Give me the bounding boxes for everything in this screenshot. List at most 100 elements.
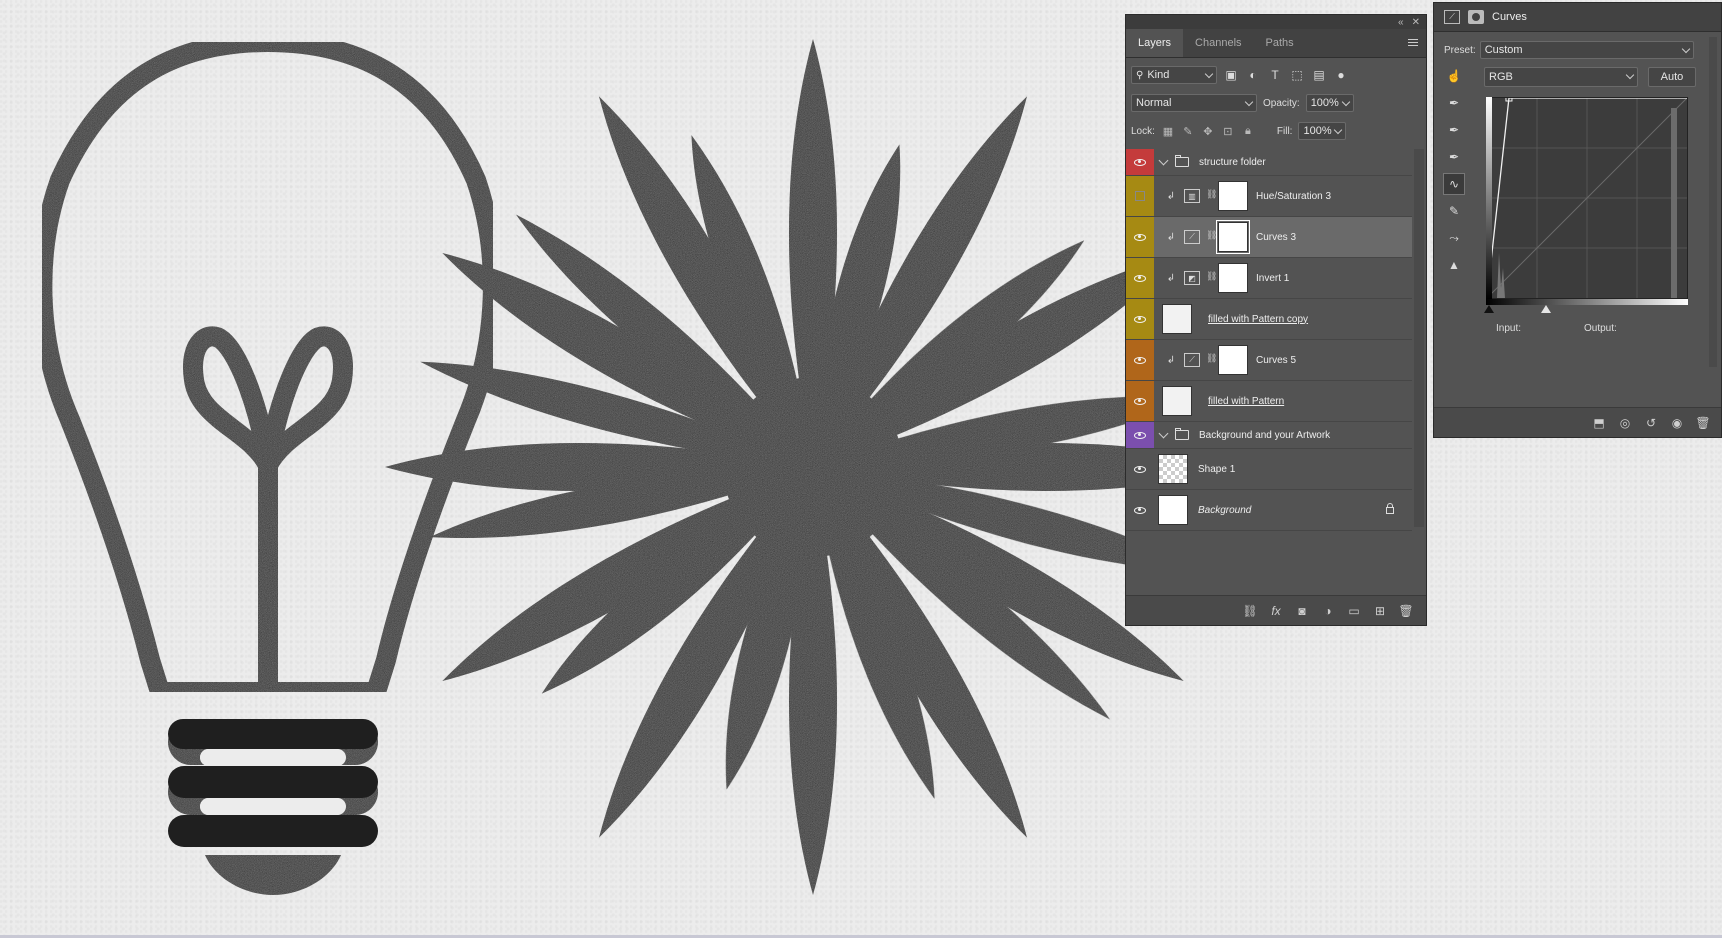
new-group-icon[interactable]: ▭ — [1346, 604, 1362, 618]
layers-scrollbar[interactable] — [1414, 149, 1424, 527]
auto-label: Auto — [1660, 71, 1684, 83]
clipping-arrow-icon: ↲ — [1166, 231, 1176, 243]
lock-position-icon[interactable]: ✥ — [1201, 124, 1215, 138]
eye-icon — [1134, 233, 1146, 241]
eye-icon — [1134, 465, 1146, 473]
type-filter-icon[interactable]: T — [1267, 67, 1283, 83]
layer-row[interactable]: Background and your Artwork — [1126, 422, 1412, 449]
targeted-adjustment-icon[interactable]: ☝ — [1443, 65, 1465, 87]
lock-label: Lock: — [1131, 125, 1155, 137]
fill-field[interactable]: 100% — [1298, 122, 1347, 140]
layer-row[interactable]: filled with Pattern copy — [1126, 299, 1412, 340]
expand-chevron-icon[interactable] — [1158, 428, 1169, 438]
curves-tools: ☝ ✒ ✒ ✒ ∿ ✎ ⤳ ▲ — [1442, 65, 1466, 281]
visibility-toggle[interactable] — [1126, 176, 1154, 216]
layer-row[interactable]: ↲ ▥ ⛓ Hue/Saturation 3 — [1126, 176, 1412, 217]
pixel-filter-icon[interactable]: ▣ — [1223, 67, 1239, 83]
panel-menu-icon[interactable] — [1408, 37, 1418, 47]
auto-button[interactable]: Auto — [1648, 67, 1696, 87]
reset-icon[interactable]: ↺ — [1643, 416, 1659, 430]
fx-icon[interactable]: fx — [1268, 604, 1284, 618]
delete-adjustment-icon[interactable]: 🗑︎ — [1695, 416, 1711, 430]
layer-mask-thumbnail[interactable] — [1218, 181, 1248, 211]
curves-graph[interactable] — [1483, 94, 1688, 302]
clip-to-layer-icon[interactable]: ⬒ — [1591, 416, 1607, 430]
layer-row[interactable]: structure folder — [1126, 149, 1412, 176]
new-layer-icon[interactable]: ⊞ — [1372, 604, 1388, 618]
layer-row[interactable]: ↲ ◩ ⛓ Invert 1 — [1126, 258, 1412, 299]
pattern-thumbnail[interactable] — [1162, 304, 1192, 334]
preset-value: Custom — [1484, 44, 1523, 56]
trash-icon[interactable]: 🗑︎ — [1398, 604, 1414, 618]
link-layers-icon[interactable]: ⛓ — [1242, 604, 1258, 618]
layer-mask-thumbnail[interactable] — [1218, 345, 1248, 375]
output-label: Output: — [1584, 323, 1617, 334]
white-point-slider[interactable] — [1541, 305, 1551, 313]
black-point-slider[interactable] — [1484, 305, 1494, 313]
layer-name: filled with Pattern — [1208, 395, 1285, 407]
visibility-toggle[interactable] — [1126, 149, 1154, 175]
channel-dropdown[interactable]: RGB — [1484, 67, 1638, 87]
background-thumbnail[interactable] — [1158, 495, 1188, 525]
invert-icon: ◩ — [1184, 271, 1200, 285]
clipping-warning-icon[interactable]: ▲ — [1443, 254, 1465, 276]
black-point-eyedropper-icon[interactable]: ✒ — [1443, 92, 1465, 114]
gray-point-eyedropper-icon[interactable]: ✒ — [1443, 119, 1465, 141]
filter-toggle-icon[interactable]: ● — [1333, 67, 1349, 83]
opacity-field[interactable]: 100% — [1305, 94, 1354, 112]
layer-row[interactable]: Background — [1126, 490, 1412, 531]
white-point-eyedropper-icon[interactable]: ✒ — [1443, 146, 1465, 168]
toggle-visibility-icon[interactable]: ◉ — [1669, 416, 1685, 430]
tab-layers[interactable]: Layers — [1126, 29, 1184, 57]
tab-channels[interactable]: Channels — [1183, 29, 1253, 57]
visibility-toggle[interactable] — [1126, 299, 1154, 339]
curves-icon: ⟋ — [1184, 230, 1200, 244]
link-icon: ⛓ — [1206, 230, 1218, 240]
mask-icon[interactable] — [1468, 10, 1484, 24]
lock-artboard-icon[interactable]: ⊡ — [1221, 124, 1235, 138]
shape-filter-icon[interactable]: ⬚ — [1289, 67, 1305, 83]
layers-footer: ⛓ fx ◙ ◑ ▭ ⊞ 🗑︎ — [1126, 595, 1426, 625]
layer-row[interactable]: filled with Pattern — [1126, 381, 1412, 422]
close-icon[interactable]: ✕ — [1412, 17, 1420, 28]
output-gradient-bar — [1486, 97, 1492, 299]
layer-name: Background — [1198, 504, 1252, 516]
shape-thumbnail[interactable] — [1158, 454, 1188, 484]
lock-image-icon[interactable]: ✎ — [1181, 124, 1195, 138]
visibility-toggle[interactable] — [1126, 490, 1154, 530]
layer-row[interactable]: ↲ ⟋ ⛓ Curves 5 — [1126, 340, 1412, 381]
clipping-arrow-icon: ↲ — [1166, 272, 1176, 284]
add-mask-icon[interactable]: ◙ — [1294, 604, 1310, 618]
curve-point-icon[interactable]: ∿ — [1443, 173, 1465, 195]
preset-dropdown[interactable]: Custom — [1479, 41, 1694, 59]
visibility-toggle[interactable] — [1126, 340, 1154, 380]
lock-all-icon[interactable]: 🔒︎ — [1241, 124, 1255, 138]
visibility-toggle[interactable] — [1126, 258, 1154, 298]
layer-row[interactable]: Shape 1 — [1126, 449, 1412, 490]
lock-transparent-icon[interactable]: ▦ — [1161, 124, 1175, 138]
layer-mask-thumbnail[interactable] — [1216, 220, 1250, 254]
eye-icon — [1134, 431, 1146, 439]
new-adjustment-icon[interactable]: ◑ — [1320, 604, 1336, 618]
layer-row[interactable]: ↲ ⟋ ⛓ Curves 3 — [1126, 217, 1412, 258]
smart-object-filter-icon[interactable]: ▤ — [1311, 67, 1327, 83]
filter-kind-dropdown[interactable]: ⚲ Kind — [1131, 66, 1217, 84]
adjustment-filter-icon[interactable]: ◐ — [1245, 67, 1261, 83]
visibility-toggle[interactable] — [1126, 449, 1154, 489]
expand-chevron-icon[interactable] — [1158, 155, 1169, 165]
collapse-icon[interactable]: « — [1398, 17, 1404, 28]
visibility-toggle[interactable] — [1126, 217, 1154, 257]
properties-scrollbar[interactable] — [1709, 37, 1717, 367]
pencil-icon[interactable]: ✎ — [1443, 200, 1465, 222]
view-previous-icon[interactable]: ◎ — [1617, 416, 1633, 430]
pattern-thumbnail[interactable] — [1162, 386, 1192, 416]
visibility-toggle[interactable] — [1126, 381, 1154, 421]
layer-name: Shape 1 — [1198, 463, 1236, 475]
smooth-curve-icon[interactable]: ⤳ — [1443, 227, 1465, 249]
layer-mask-thumbnail[interactable] — [1218, 263, 1248, 293]
layer-name: Curves 3 — [1256, 231, 1297, 243]
visibility-toggle[interactable] — [1126, 422, 1154, 448]
opacity-value: 100% — [1310, 97, 1339, 109]
tab-paths[interactable]: Paths — [1254, 29, 1306, 57]
blend-mode-dropdown[interactable]: Normal — [1131, 94, 1257, 112]
